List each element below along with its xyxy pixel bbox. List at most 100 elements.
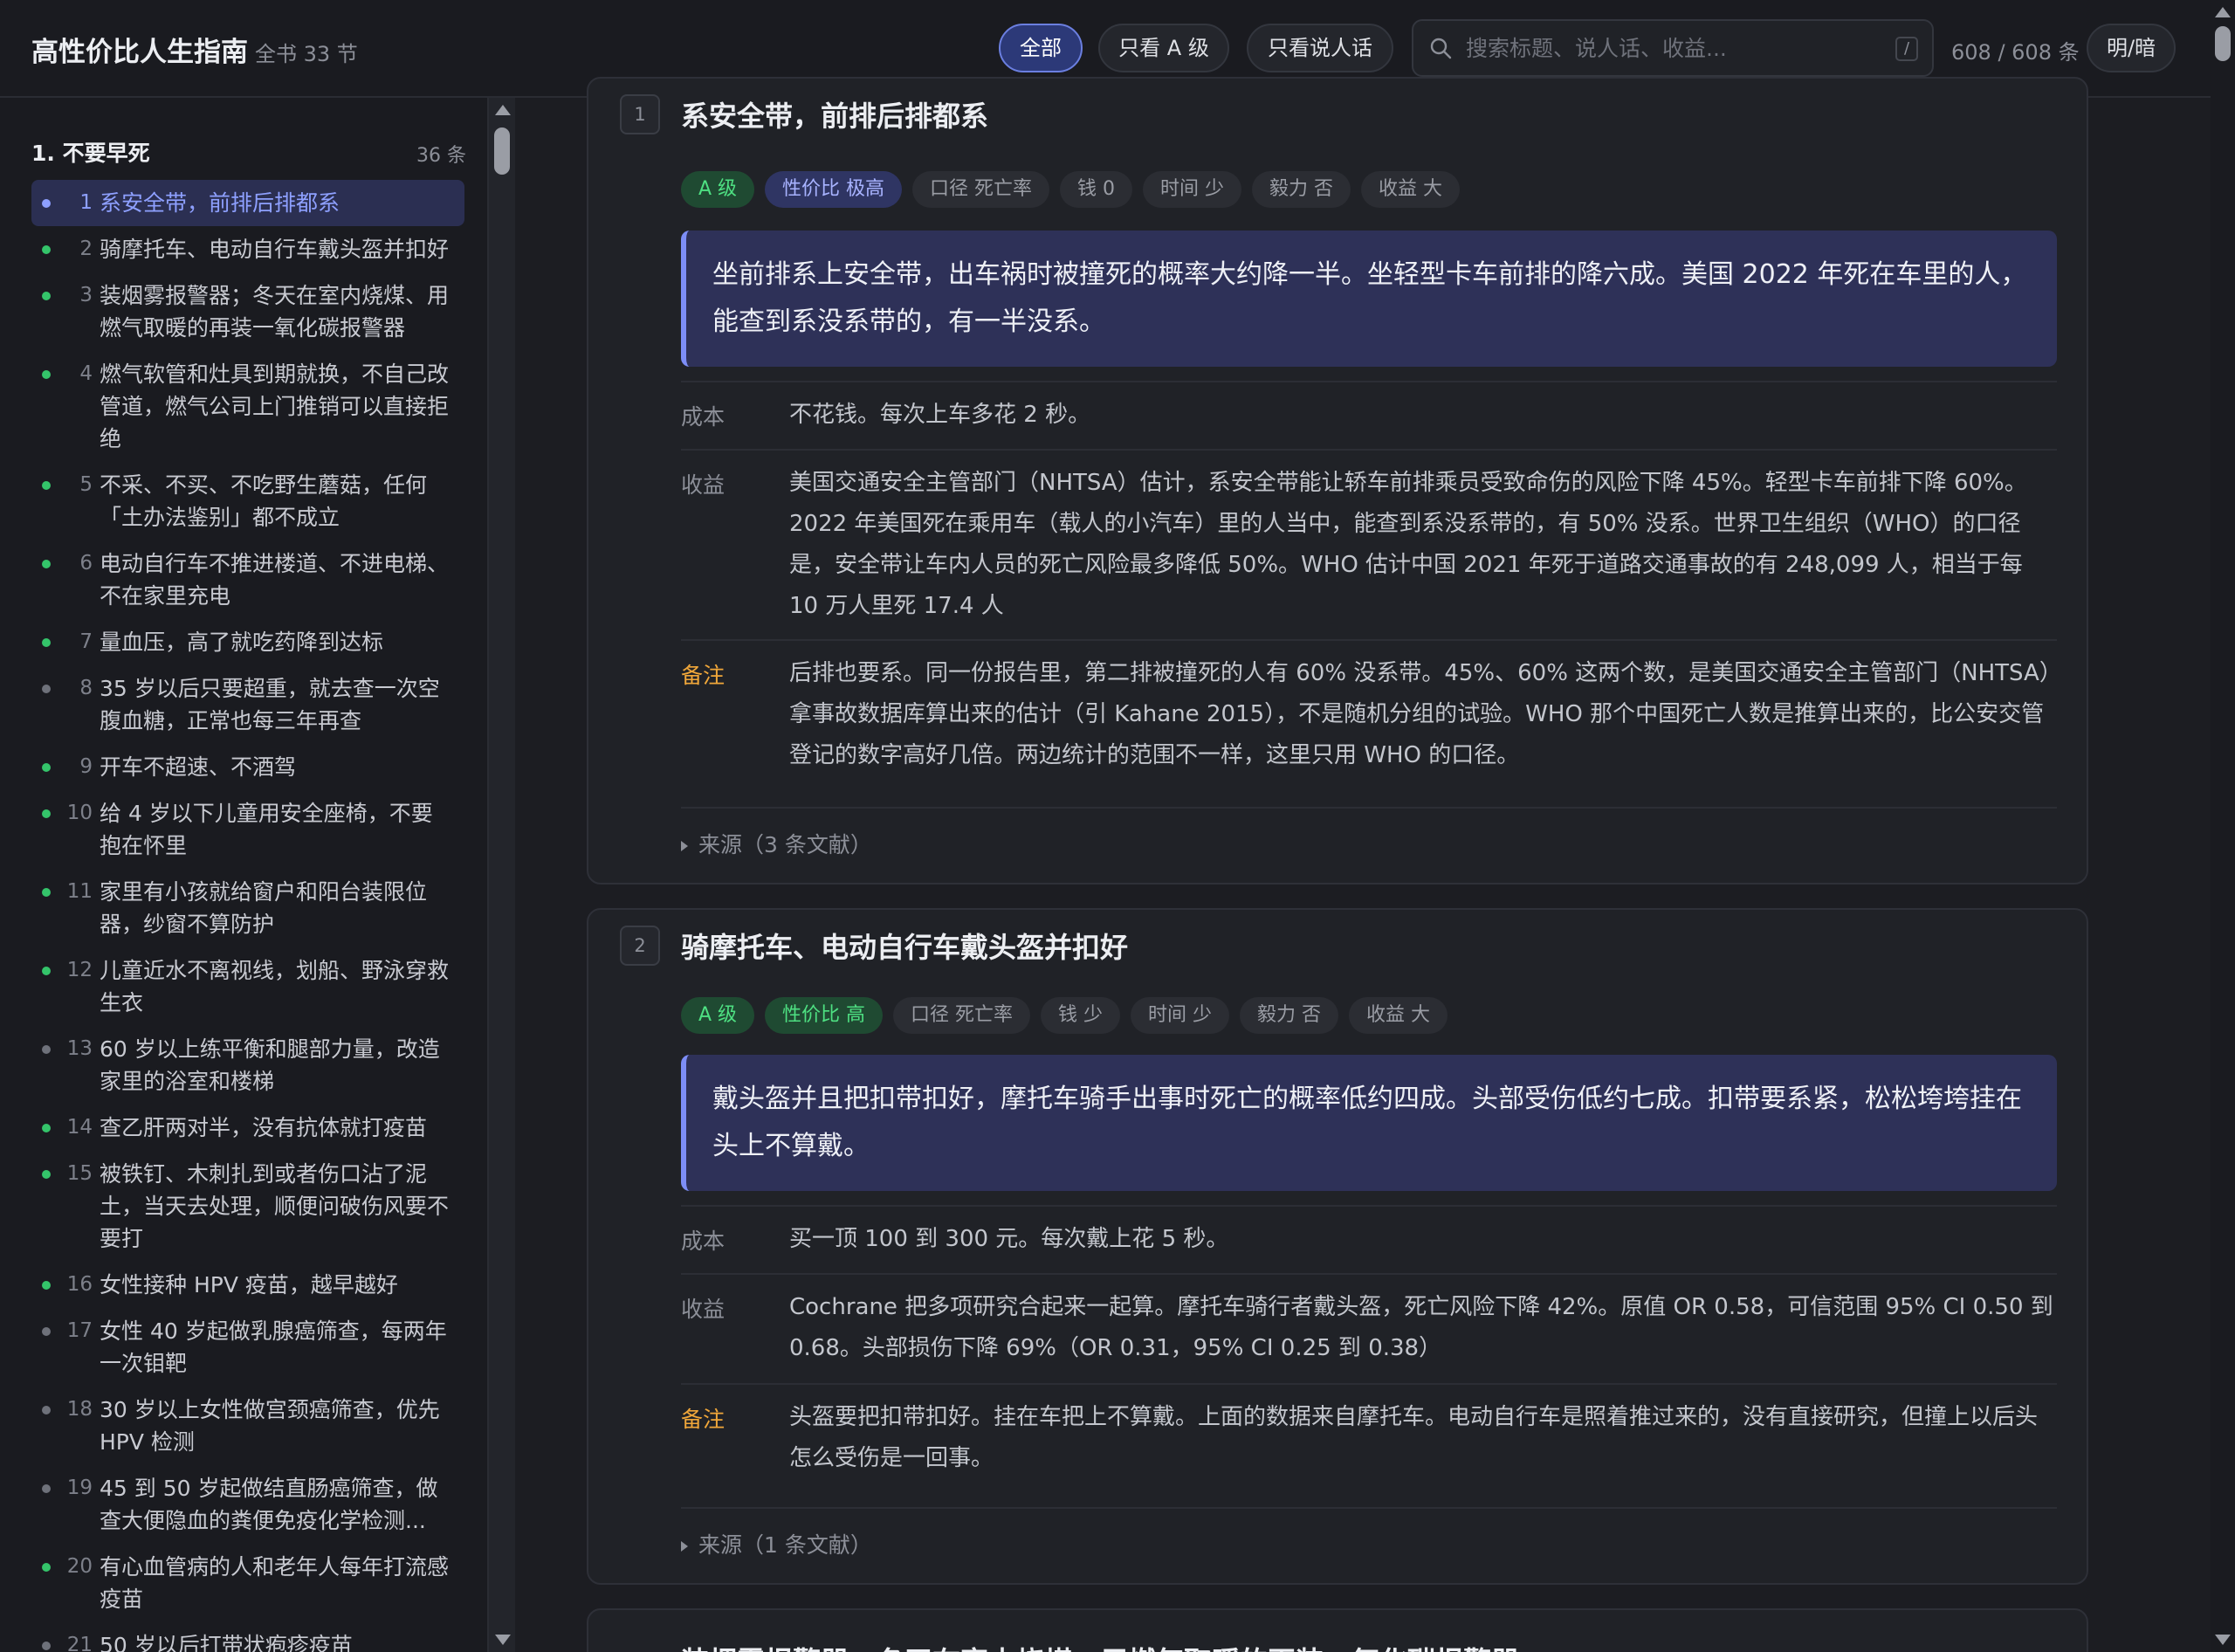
- scroll-up-arrow-icon[interactable]: [495, 105, 511, 115]
- benefit-text: 美国交通安全主管部门（NHTSA）估计，系安全带能让轿车前排乘员受致命伤的风险下…: [789, 470, 2027, 619]
- sidebar-item[interactable]: 4 燃气软管和灶具到期就换，不自己改管道，燃气公司上门推销可以直接拒绝: [31, 351, 464, 462]
- status-dot-icon: [42, 245, 51, 254]
- sidebar-item-number: 16: [66, 1273, 93, 1296]
- search-shortcut-hint: /: [1895, 37, 1918, 61]
- tag-row: A 级性价比 极高 口径 死亡率钱 0 时间 少毅力 否收益 大: [681, 171, 1461, 208]
- status-dot-icon: [42, 370, 51, 379]
- sidebar-item[interactable]: 14 查乙肝两对半，没有抗体就打疫苗: [31, 1105, 464, 1151]
- status-dot-icon: [42, 685, 51, 693]
- sidebar-item-number: 10: [66, 802, 93, 824]
- benefit-label: 收益: [681, 1297, 726, 1322]
- sidebar-item[interactable]: 5 不采、不买、不吃野生蘑菇，任何「土办法鉴别」都不成立: [31, 462, 464, 540]
- search-icon: [1430, 38, 1452, 59]
- scroll-up-arrow-icon[interactable]: [2215, 7, 2231, 17]
- sidebar-item-number: 15: [66, 1162, 93, 1185]
- sidebar-item[interactable]: 19 45 到 50 岁起做结直肠癌筛查，做查大便隐血的粪便免疫化学检测...: [31, 1465, 464, 1544]
- status-dot-icon: [42, 1281, 51, 1290]
- tag-badge: 时间 少: [1131, 997, 1230, 1034]
- tag-row: A 级性价比 高口径 死亡率钱 少时间 少毅力 否收益 大: [681, 997, 1448, 1034]
- sidebar-item[interactable]: 10 给 4 岁以下儿童用安全座椅，不要抱在怀里: [31, 790, 464, 869]
- sidebar-item[interactable]: 20 有心血管病的人和老年人每年打流感疫苗: [31, 1544, 464, 1622]
- status-dot-icon: [42, 638, 51, 647]
- filter-plain-talk-button[interactable]: 只看说人话: [1247, 24, 1393, 72]
- tag-badge: 毅力 否: [1252, 171, 1351, 208]
- sidebar-item-number: 1: [79, 191, 93, 214]
- sources-label: 来源（1 条文献）: [698, 1532, 872, 1558]
- sidebar-item[interactable]: 17 女性 40 岁起做乳腺癌筛查，每两年一次钼靶: [31, 1308, 464, 1387]
- sidebar-item-label: 系安全带，前排后排都系: [100, 190, 340, 216]
- sidebar-item[interactable]: 7 量血压，高了就吃药降到达标: [31, 619, 464, 665]
- sidebar-item-number: 4: [79, 362, 93, 385]
- sidebar-item[interactable]: 2 骑摩托车、电动自行车戴头盔并扣好: [31, 226, 464, 272]
- sidebar-item-label: 30 岁以上女性做宫颈癌筛查，优先 HPV 检测: [100, 1397, 440, 1455]
- page-scrollbar[interactable]: [2211, 0, 2235, 1652]
- entry-card-3: 装烟雾报警器；冬天在室内烧煤、用燃气取暖的再装一氧化碳报警器: [587, 1608, 2088, 1652]
- sidebar-item[interactable]: 11 家里有小孩就给窗户和阳台装限位器，纱窗不算防护: [31, 869, 464, 947]
- search-input[interactable]: [1466, 30, 1876, 66]
- entry-title: 骑摩托车、电动自行车戴头盔并扣好: [681, 931, 1129, 964]
- divider: [681, 1383, 2057, 1385]
- sidebar-item-label: 女性 40 岁起做乳腺癌筛查，每两年一次钼靶: [100, 1318, 447, 1376]
- app-subtitle: 全书 33 节: [255, 42, 358, 66]
- status-dot-icon: [42, 1563, 51, 1572]
- tag-badge: 时间 少: [1143, 171, 1242, 208]
- sidebar-item-number: 14: [66, 1116, 93, 1139]
- tag-badge: 口径 死亡率: [893, 997, 1031, 1034]
- cost-label: 成本: [681, 1229, 726, 1254]
- status-dot-icon: [42, 1045, 51, 1054]
- benefit-label: 收益: [681, 472, 726, 498]
- status-dot-icon: [42, 292, 51, 300]
- disclosure-triangle-icon: [681, 1541, 688, 1552]
- status-dot-icon: [42, 560, 51, 568]
- divider: [681, 1507, 2057, 1509]
- sidebar-item-number: 5: [79, 473, 93, 496]
- sidebar-section-header[interactable]: 1. 不要早死 36 条: [31, 136, 466, 168]
- filter-a-grade-button[interactable]: 只看 A 级: [1098, 24, 1229, 72]
- disclosure-triangle-icon: [681, 841, 688, 851]
- sidebar-item-number: 8: [79, 677, 93, 699]
- scroll-down-arrow-icon[interactable]: [2215, 1635, 2231, 1645]
- sidebar-item-label: 给 4 岁以下儿童用安全座椅，不要抱在怀里: [100, 801, 433, 858]
- sidebar-scrollbar[interactable]: [489, 98, 515, 1652]
- sidebar-item[interactable]: 21 50 岁以后打带状疱疹疫苗: [31, 1622, 464, 1652]
- sources-toggle[interactable]: 来源（3 条文献）: [681, 828, 872, 859]
- status-dot-icon: [42, 1406, 51, 1415]
- sidebar-item[interactable]: 12 儿童近水不离视线，划船、野泳穿救生衣: [31, 947, 464, 1026]
- sidebar: 1. 不要早死 36 条 1 系安全带，前排后排都系 2 骑摩托车、电动自行车戴头盔并…: [0, 98, 489, 1652]
- filter-all-button[interactable]: 全部: [999, 24, 1083, 72]
- sidebar-item[interactable]: 13 60 岁以上练平衡和腿部力量，改造家里的浴室和楼梯: [31, 1026, 464, 1105]
- sidebar-item[interactable]: 1 系安全带，前排后排都系: [31, 180, 464, 226]
- tag-badge: 收益 大: [1349, 997, 1448, 1034]
- sidebar-item-label: 被铁钉、木刺扎到或者伤口沾了泥土，当天去处理，顺便问破伤风要不要打: [100, 1161, 450, 1251]
- cost-text: 买一顶 100 到 300 元。每次戴上花 5 秒。: [789, 1226, 1229, 1252]
- sidebar-item-label: 量血压，高了就吃药降到达标: [100, 630, 384, 655]
- result-count: 608 / 608 条: [1951, 40, 2080, 65]
- sidebar-item-number: 17: [66, 1319, 93, 1342]
- status-dot-icon: [42, 1327, 51, 1336]
- sidebar-item-label: 有心血管病的人和老年人每年打流感疫苗: [100, 1554, 450, 1612]
- tag-badge: 钱 0: [1060, 171, 1133, 208]
- status-dot-icon: [42, 967, 51, 975]
- cost-label: 成本: [681, 404, 726, 430]
- sidebar-item-label: 燃气软管和灶具到期就换，不自己改管道，燃气公司上门推销可以直接拒绝: [100, 361, 450, 451]
- plain-talk-summary: 坐前排系上安全带，出车祸时被撞死的概率大约降一半。坐轻型卡车前排的降六成。美国 …: [681, 231, 2057, 367]
- page-scroll-thumb[interactable]: [2215, 26, 2231, 61]
- sidebar-item-number: 18: [66, 1398, 93, 1421]
- status-dot-icon: [42, 199, 51, 208]
- sidebar-item-label: 骑摩托车、电动自行车戴头盔并扣好: [100, 237, 450, 262]
- sidebar-item-label: 开车不超速、不酒驾: [100, 754, 297, 780]
- sidebar-item[interactable]: 15 被铁钉、木刺扎到或者伤口沾了泥土，当天去处理，顺便问破伤风要不要打: [31, 1151, 464, 1262]
- scroll-down-arrow-icon[interactable]: [495, 1635, 511, 1645]
- status-dot-icon: [42, 763, 51, 772]
- sources-toggle[interactable]: 来源（1 条文献）: [681, 1528, 872, 1559]
- tag-badge: 收益 大: [1361, 171, 1461, 208]
- sidebar-item[interactable]: 8 35 岁以后只要超重，就去查一次空腹血糖，正常也每三年再查: [31, 665, 464, 744]
- sidebar-item[interactable]: 18 30 岁以上女性做宫颈癌筛查，优先 HPV 检测: [31, 1387, 464, 1465]
- theme-toggle-button[interactable]: 明/暗: [2087, 24, 2176, 72]
- sidebar-item-label: 35 岁以后只要超重，就去查一次空腹血糖，正常也每三年再查: [100, 676, 440, 733]
- sidebar-scroll-thumb[interactable]: [494, 127, 510, 175]
- sidebar-item[interactable]: 3 装烟雾报警器；冬天在室内烧煤、用燃气取暖的再装一氧化碳报警器: [31, 272, 464, 351]
- sidebar-item[interactable]: 6 电动自行车不推进楼道、不进电梯、不在家里充电: [31, 540, 464, 619]
- sidebar-item[interactable]: 9 开车不超速、不酒驾: [31, 744, 464, 790]
- sidebar-item[interactable]: 16 女性接种 HPV 疫苗，越早越好: [31, 1262, 464, 1308]
